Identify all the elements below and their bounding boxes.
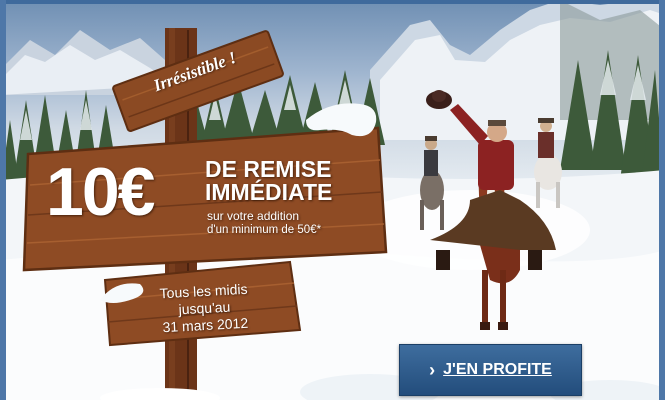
left-border	[0, 0, 6, 400]
remise-condition: sur votre addition	[207, 209, 300, 223]
chevron-right-icon: ›	[429, 360, 436, 380]
jen-profite-button[interactable]: › J'EN PROFITE	[399, 344, 582, 396]
cta-label: J'EN PROFITE	[443, 361, 552, 378]
right-border	[659, 0, 665, 400]
remise-title: DE REMISE	[205, 156, 332, 182]
remise-minimum: d'un minimum de 50€*	[207, 224, 322, 236]
remise-subtitle: IMMÉDIATE	[205, 179, 333, 205]
promo-banner: Irrésistible ! 10€ DE REMISE IMMÉDIATE s…	[0, 0, 665, 400]
top-border	[0, 0, 665, 4]
validity-dates: Tous les midis jusqu'au 31 mars 2012	[111, 278, 298, 339]
discount-amount: 10€	[46, 154, 155, 230]
